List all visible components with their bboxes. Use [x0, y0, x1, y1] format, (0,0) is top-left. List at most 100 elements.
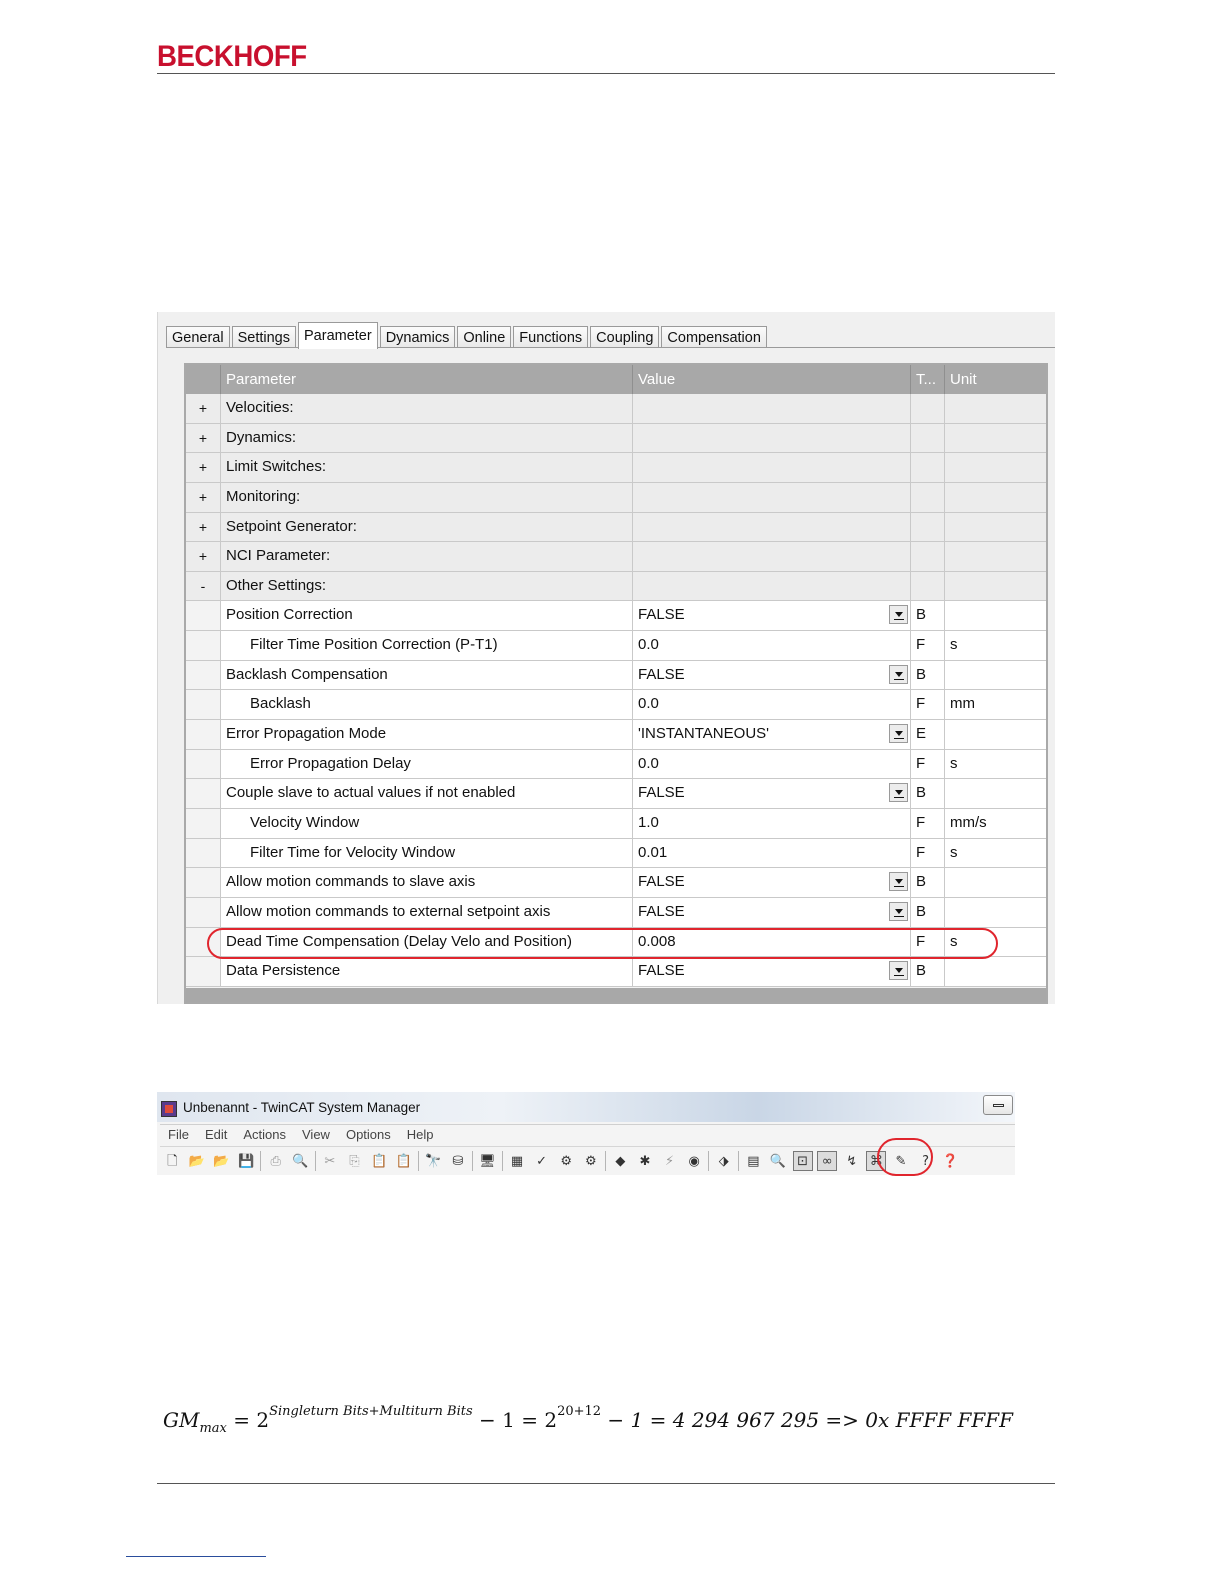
load-io-devices-icon[interactable]: ✱ — [635, 1151, 655, 1171]
parameter-row[interactable]: Backlash Compensation FALSE B — [186, 660, 1046, 691]
parameter-value[interactable]: 0.008 — [633, 927, 911, 957]
dropdown-arrow-icon[interactable] — [889, 961, 908, 981]
copy-icon[interactable]: ⎘ — [344, 1151, 364, 1171]
parameter-value[interactable]: 0.01 — [633, 838, 911, 868]
open-folder-icon[interactable]: 📂 — [187, 1151, 207, 1171]
parameter-row[interactable]: Velocity Window 1.0 Fmm/s — [186, 808, 1046, 839]
target-system-icon[interactable]: 🖥 — [477, 1151, 497, 1171]
tab-settings[interactable]: Settings — [231, 326, 296, 348]
group-row[interactable]: + Limit Switches: — [186, 453, 1046, 483]
dropdown-arrow-icon[interactable] — [889, 872, 908, 892]
activate-configuration-icon[interactable]: ⚙ — [556, 1151, 576, 1171]
expand-toggle[interactable]: + — [186, 394, 221, 423]
group-row[interactable]: + Monitoring: — [186, 482, 1046, 513]
dropdown-arrow-icon[interactable] — [889, 901, 908, 921]
parameter-row[interactable]: Filter Time Position Correction (P-T1) 0.… — [186, 631, 1046, 661]
footer-link-underline[interactable] — [126, 1556, 266, 1557]
group-row[interactable]: + Dynamics: — [186, 423, 1046, 454]
parameter-row[interactable]: Filter Time for Velocity Window 0.01 Fs — [186, 838, 1046, 869]
show-sub-items-icon[interactable]: ⊡ — [792, 1151, 813, 1171]
parameter-value — [633, 542, 911, 571]
show-online-links-icon[interactable]: ∞ — [817, 1151, 838, 1171]
restart-config-mode-icon[interactable]: ◆ — [610, 1151, 630, 1171]
parameter-value[interactable]: FALSE — [633, 897, 911, 927]
parameter-row[interactable]: Dead Time Compensation (Delay Velo and P… — [186, 927, 1046, 958]
toggle-free-run-icon[interactable]: ◉ — [684, 1151, 704, 1171]
parameter-value[interactable]: FALSE — [633, 957, 911, 986]
help-index-icon[interactable]: ? — [916, 1151, 936, 1171]
help-icon[interactable]: ❓ — [940, 1151, 960, 1171]
print-preview-icon[interactable]: 🔍 — [290, 1151, 310, 1171]
group-row[interactable]: - Other Settings: — [186, 571, 1046, 602]
parameter-value[interactable]: 0.0 — [633, 690, 911, 720]
dropdown-arrow-icon[interactable] — [889, 724, 908, 744]
column-header-value[interactable]: Value — [633, 365, 911, 394]
parameter-row[interactable]: Error Propagation Mode 'INSTANTANEOUS' E — [186, 720, 1046, 750]
parameter-value[interactable]: FALSE — [633, 601, 911, 631]
open-project-icon[interactable]: 📂 — [211, 1151, 231, 1171]
expand-toggle[interactable]: - — [186, 571, 221, 601]
menu-help[interactable]: Help — [407, 1125, 434, 1145]
menu-file[interactable]: File — [168, 1125, 189, 1145]
force-icon[interactable]: ⬗ — [714, 1151, 734, 1171]
paste-with-links-icon[interactable]: 📋 — [394, 1151, 414, 1171]
tab-functions[interactable]: Functions — [513, 326, 589, 348]
expand-toggle[interactable]: + — [186, 512, 221, 542]
parameter-value[interactable]: 1.0 — [633, 808, 911, 838]
parameter-row[interactable]: Data Persistence FALSE B — [186, 957, 1046, 987]
new-file-icon[interactable]: 🗋 — [162, 1151, 182, 1171]
dropdown-arrow-icon[interactable] — [889, 664, 908, 684]
parameter-value[interactable]: 'INSTANTANEOUS' — [633, 720, 911, 749]
dropdown-arrow-icon[interactable] — [889, 783, 908, 803]
parameter-row[interactable]: Error Propagation Delay 0.0 Fs — [186, 749, 1046, 780]
dead-time-icon[interactable]: ⌘ — [866, 1151, 887, 1171]
cut-icon[interactable]: ✂ — [320, 1151, 340, 1171]
group-row[interactable]: + Velocities: — [186, 394, 1046, 424]
tab-coupling[interactable]: Coupling — [590, 326, 660, 348]
zoom-icon[interactable]: 🔍 — [768, 1151, 788, 1171]
menu-edit[interactable]: Edit — [205, 1125, 227, 1145]
parameter-name-text: Monitoring: — [226, 487, 301, 505]
tab-online[interactable]: Online — [457, 326, 512, 348]
parameter-row[interactable]: Allow motion commands to slave axis FALSE… — [186, 868, 1046, 898]
expand-toggle[interactable]: + — [186, 542, 221, 571]
column-header-unit[interactable]: Unit — [945, 365, 1046, 394]
parameter-value[interactable]: 0.0 — [633, 631, 911, 660]
parameter-value[interactable]: FALSE — [633, 779, 911, 808]
print-icon[interactable]: ⎙ — [266, 1151, 286, 1171]
tab-parameter[interactable]: Parameter — [298, 322, 378, 349]
generate-mappings-icon[interactable]: ▦ — [507, 1151, 527, 1171]
show-comm-icon[interactable]: ↯ — [842, 1151, 862, 1171]
parameter-row[interactable]: Allow motion commands to external setpoi… — [186, 897, 1046, 928]
find-icon[interactable]: 🔭 — [423, 1151, 443, 1171]
group-row[interactable]: + Setpoint Generator: — [186, 512, 1046, 543]
check-configuration-icon[interactable]: ✓ — [532, 1151, 552, 1171]
parameter-row[interactable]: Backlash 0.0 Fmm — [186, 690, 1046, 721]
expand-toggle[interactable]: + — [186, 482, 221, 512]
menu-actions[interactable]: Actions — [243, 1125, 286, 1145]
parameter-row[interactable]: Position Correction FALSE B — [186, 601, 1046, 632]
parameter-row[interactable]: Couple slave to actual values if not ena… — [186, 779, 1046, 809]
show-online-data-icon[interactable]: ▤ — [743, 1151, 763, 1171]
tab-dynamics[interactable]: Dynamics — [379, 326, 456, 348]
find-next-icon[interactable]: ⛁ — [448, 1151, 468, 1171]
parameter-value[interactable]: FALSE — [633, 868, 911, 897]
expand-toggle[interactable]: + — [186, 453, 221, 482]
column-header-parameter[interactable]: Parameter — [221, 365, 633, 394]
restart-run-mode-icon[interactable]: ⚙ — [581, 1151, 601, 1171]
save-icon[interactable]: 💾 — [236, 1151, 256, 1171]
menu-view[interactable]: View — [302, 1125, 330, 1145]
menu-options[interactable]: Options — [346, 1125, 391, 1145]
tab-compensation[interactable]: Compensation — [661, 326, 767, 348]
dropdown-arrow-icon[interactable] — [889, 605, 908, 625]
column-header-type[interactable]: T... — [911, 365, 945, 394]
tab-general[interactable]: General — [166, 326, 230, 348]
group-row[interactable]: + NCI Parameter: — [186, 542, 1046, 572]
parameter-value[interactable]: 0.0 — [633, 749, 911, 779]
paste-icon[interactable]: 📋 — [369, 1151, 389, 1171]
security-icon[interactable]: ✎ — [891, 1151, 911, 1171]
expand-toggle[interactable]: + — [186, 423, 221, 453]
minimize-button[interactable] — [983, 1095, 1013, 1115]
scan-boxes-icon[interactable]: ⚡ — [660, 1151, 680, 1171]
parameter-value[interactable]: FALSE — [633, 660, 911, 690]
